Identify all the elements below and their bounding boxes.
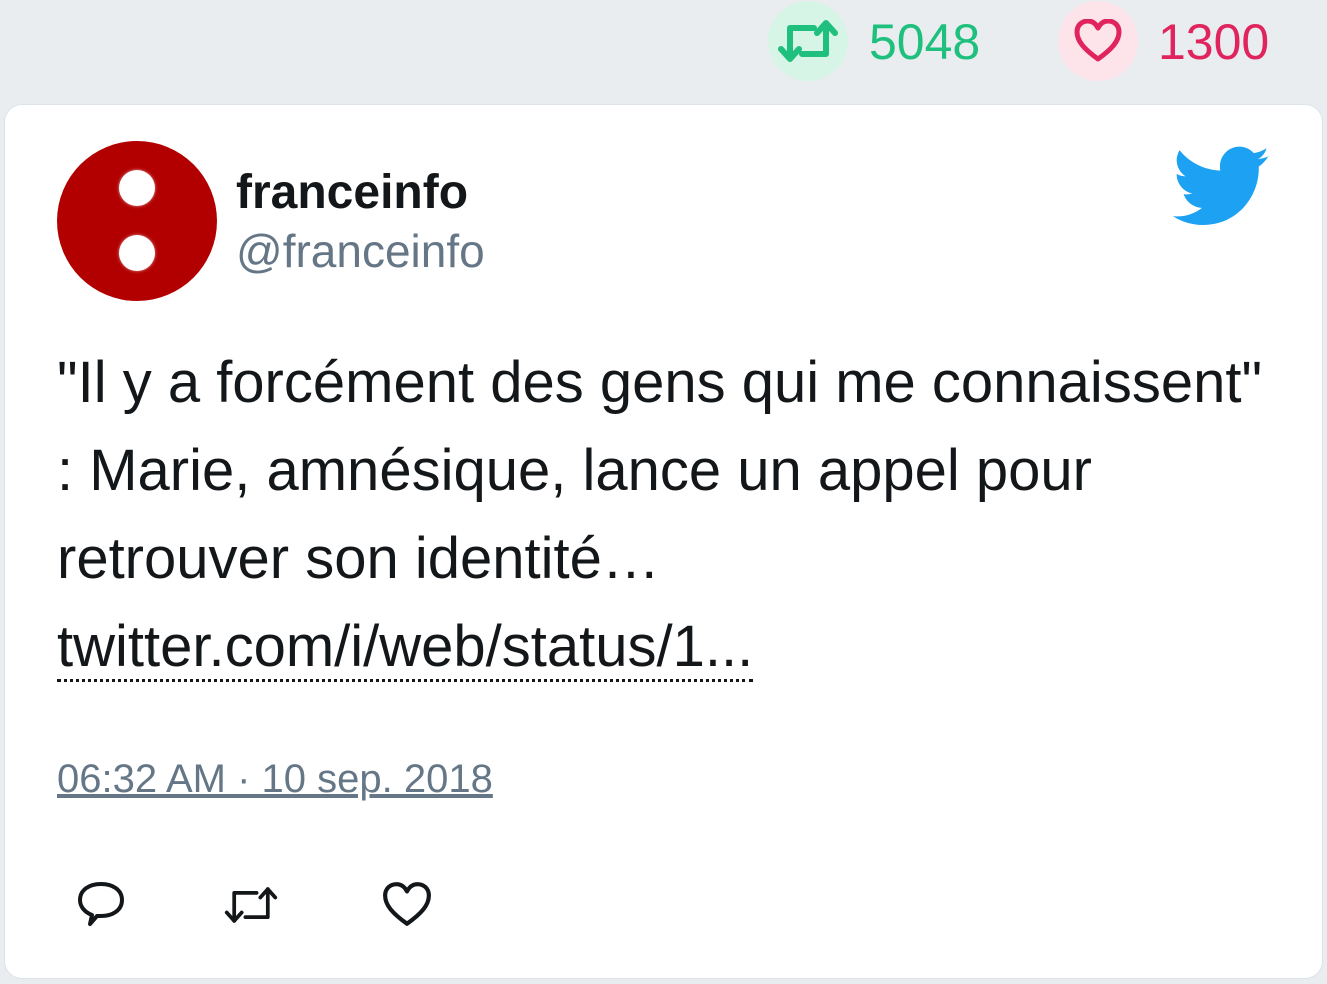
reply-icon bbox=[78, 882, 124, 926]
twitter-bird-icon[interactable] bbox=[1173, 145, 1271, 229]
tweet-link[interactable]: twitter.com/i/web/status/1... bbox=[57, 614, 754, 682]
heart-icon bbox=[383, 882, 431, 926]
tweet-body: "Il y a forcément des gens qui me connai… bbox=[57, 339, 1277, 691]
engagement-stats: 5048 1300 bbox=[0, 0, 1327, 84]
tweet-card: franceinfo @franceinfo "Il y a forcément… bbox=[4, 104, 1323, 979]
reply-button[interactable] bbox=[73, 877, 129, 933]
retweet-button[interactable] bbox=[223, 877, 279, 933]
retweet-count: 5048 bbox=[869, 14, 981, 70]
tweet-timestamp[interactable]: 06:32 AM · 10 sep. 2018 bbox=[57, 755, 493, 803]
like-stat-icon bbox=[1058, 1, 1138, 81]
retweet-stat-icon bbox=[768, 1, 848, 81]
avatar-dot-top bbox=[119, 170, 155, 206]
like-count: 1300 bbox=[1158, 14, 1270, 70]
like-button[interactable] bbox=[379, 877, 435, 933]
retweet-icon bbox=[224, 887, 278, 923]
tweet-text: "Il y a forcément des gens qui me connai… bbox=[57, 350, 1263, 591]
author-name[interactable]: franceinfo bbox=[236, 165, 468, 221]
avatar-dot-bottom bbox=[119, 235, 155, 271]
author-handle[interactable]: @franceinfo bbox=[236, 224, 485, 278]
avatar[interactable] bbox=[57, 141, 217, 301]
